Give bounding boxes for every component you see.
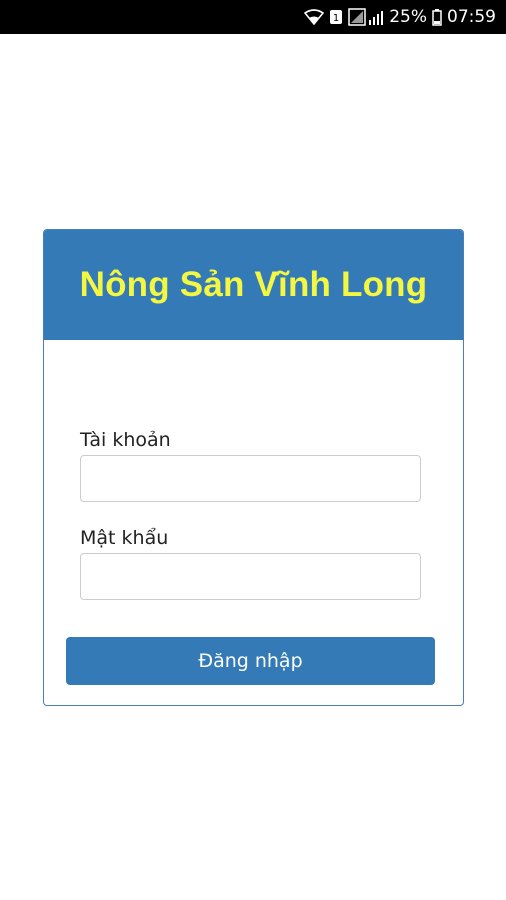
password-input[interactable] <box>80 553 421 600</box>
app-title: Nông Sản Vĩnh Long <box>79 265 428 304</box>
password-label: Mật khẩu <box>80 527 169 549</box>
clock-time: 07:59 <box>447 7 496 27</box>
login-button[interactable]: Đăng nhập <box>66 637 435 685</box>
wifi-icon <box>304 9 325 25</box>
login-card: Nông Sản Vĩnh Long Tài khoản Mật khẩu Đă… <box>43 229 464 706</box>
username-input[interactable] <box>80 455 421 502</box>
sim-number: 1 <box>333 13 339 24</box>
battery-percent: 25% <box>389 7 427 27</box>
battery-icon <box>432 8 442 26</box>
sim-1-icon: 1 <box>329 9 343 25</box>
signal-icon <box>348 8 384 26</box>
status-bar: 1 25% 07:59 <box>0 0 506 34</box>
username-label: Tài khoản <box>80 429 171 451</box>
login-card-header: Nông Sản Vĩnh Long <box>44 230 463 340</box>
